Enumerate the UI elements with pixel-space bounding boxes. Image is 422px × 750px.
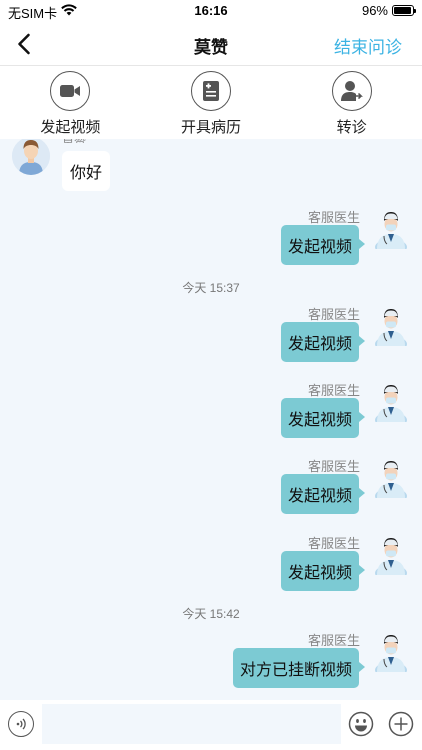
- referral-button[interactable]: 转诊: [281, 67, 422, 139]
- doctor-sender-name: 客服医生: [307, 210, 360, 225]
- doctor-message: 客服医生 对方已挂断视频: [0, 630, 422, 700]
- timestamp: 今天 15:37: [182, 281, 240, 295]
- doctor-message: 客服医生 发起视频: [0, 304, 422, 374]
- doctor-avatar[interactable]: [374, 382, 408, 428]
- doctor-message-bubble[interactable]: 发起视频: [280, 474, 366, 514]
- plus-icon: [388, 711, 414, 737]
- user-sender-name: 莫赞: [62, 139, 86, 143]
- doctor-sender-name: 客服医生: [307, 633, 360, 648]
- referral-label: 转诊: [336, 119, 367, 136]
- clock: 16:16: [194, 3, 228, 18]
- doctor-sender-name: 客服医生: [307, 459, 360, 474]
- emoji-button[interactable]: [348, 711, 374, 737]
- voice-input-button[interactable]: [8, 711, 34, 737]
- end-consultation-button[interactable]: 结束问诊: [334, 33, 402, 58]
- doctor-message-bubble[interactable]: 发起视频: [280, 225, 366, 265]
- doctor-avatar[interactable]: [374, 632, 408, 678]
- user-avatar[interactable]: [12, 139, 50, 175]
- input-bar: [0, 700, 422, 750]
- doctor-message: 客服医生 发起视频: [0, 207, 422, 277]
- doctor-avatar[interactable]: [374, 535, 408, 581]
- video-camera-icon: [50, 71, 91, 111]
- chat-area[interactable]: 莫赞 你好 客服医生 发起视频 今天 15:37 客服医生 发起视频 客服医生 …: [0, 139, 422, 700]
- doctor-message-bubble[interactable]: 对方已挂断视频: [232, 648, 366, 688]
- user-message-bubble[interactable]: 你好: [62, 151, 111, 191]
- more-options-button[interactable]: [388, 711, 414, 737]
- doctor-message: 客服医生 发起视频: [0, 533, 422, 603]
- doctor-message-bubble[interactable]: 发起视频: [280, 551, 366, 591]
- timestamp: 今天 15:42: [182, 607, 240, 621]
- doctor-avatar[interactable]: [374, 458, 408, 504]
- doctor-sender-name: 客服医生: [307, 383, 360, 398]
- message-input[interactable]: [42, 704, 341, 744]
- start-video-button[interactable]: 发起视频: [0, 67, 141, 139]
- battery-icon: [392, 5, 416, 16]
- issue-medical-record-button[interactable]: 开具病历: [141, 67, 282, 139]
- doctor-sender-name: 客服医生: [307, 536, 360, 551]
- doctor-message: 客服医生 发起视频: [0, 380, 422, 450]
- doctor-message: 客服医生 发起视频: [0, 456, 422, 526]
- doctor-avatar[interactable]: [374, 306, 408, 352]
- action-toolbar: 发起视频 开具病历 转诊: [0, 67, 422, 139]
- start-video-label: 发起视频: [40, 119, 101, 136]
- doctor-sender-name: 客服医生: [307, 307, 360, 322]
- nav-bar: 莫赞 结束问诊: [0, 22, 422, 66]
- status-bar: 无SIM卡 16:16 96%: [0, 0, 422, 22]
- battery-percentage: 96%: [361, 3, 388, 18]
- medical-record-icon: [191, 71, 231, 111]
- issue-medical-record-label: 开具病历: [181, 119, 242, 136]
- doctor-message-bubble[interactable]: 发起视频: [280, 322, 366, 362]
- referral-icon: [331, 71, 372, 111]
- doctor-avatar[interactable]: [374, 209, 408, 255]
- doctor-message-bubble[interactable]: 发起视频: [280, 398, 366, 438]
- emoji-icon: [348, 711, 374, 737]
- voice-icon: [16, 718, 26, 730]
